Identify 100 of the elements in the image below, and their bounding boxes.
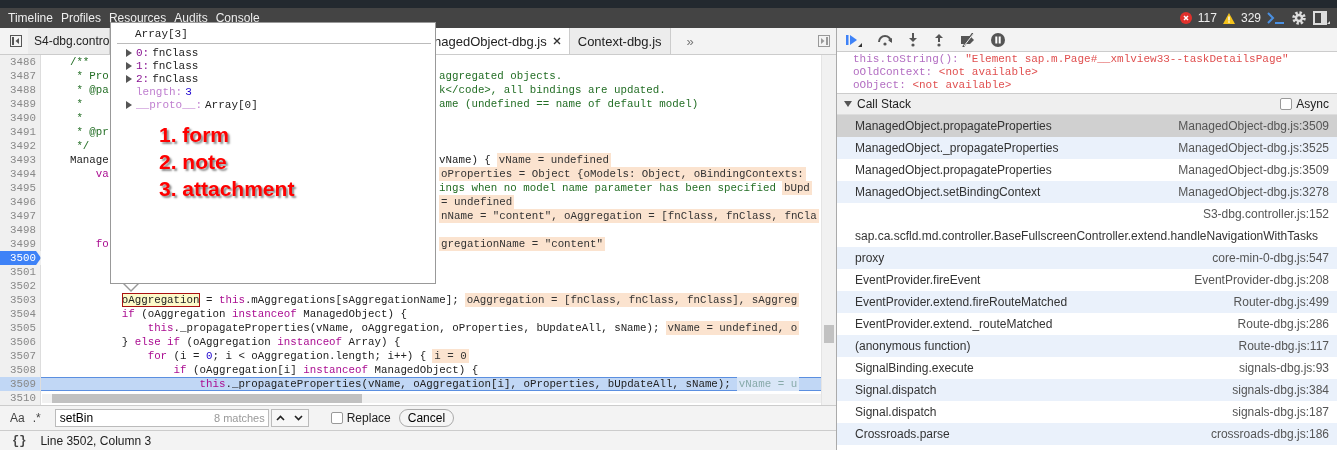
property-name: length: [136, 85, 183, 98]
code-text: } [121, 335, 130, 349]
source-link[interactable]: signals-dbg.js:93 [1228, 357, 1329, 379]
code-text: (i = [172, 349, 201, 363]
breakpoint-marker[interactable]: 3500 [0, 251, 41, 265]
sidebar-toggle-icon[interactable] [10, 35, 22, 47]
number-text: 0 [206, 349, 213, 363]
function-name: Signal.dispatch [855, 382, 937, 399]
file-tab[interactable]: Context-dbg.js [569, 28, 671, 54]
scroll-thumb[interactable] [52, 394, 362, 403]
call-frame[interactable]: ManagedObject.propagateProperties ManagedObject-dbg.js:3509 [837, 159, 1337, 181]
scroll-thumb[interactable] [824, 325, 834, 343]
property-name: 0: [136, 46, 150, 59]
property-value: fnClass [152, 46, 199, 59]
call-frame[interactable]: ManagedObject._propagateProperties ManagedObject-dbg.js:3525 [837, 137, 1337, 159]
panel-tab[interactable]: Profiles [60, 8, 101, 28]
call-frame[interactable]: proxy core-min-0-dbg.js:547 [837, 247, 1337, 269]
collapsed-triangle-icon[interactable] [125, 100, 133, 109]
comment-text: * [76, 97, 83, 111]
function-name: ManagedObject.setBindingContext [855, 184, 1041, 201]
cancel-button[interactable]: Cancel [398, 409, 455, 427]
regex-toggle[interactable]: .* [32, 411, 41, 425]
inline-value: gregationName = "content" [439, 237, 605, 251]
call-frame[interactable]: EventProvider.fireEvent EventProvider-dbg.js:208 [837, 269, 1337, 291]
source-link[interactable]: Route-dbg.js:117 [1228, 335, 1329, 357]
property-value: 3 [185, 85, 192, 98]
scope-variable-name: oOldContext: [853, 66, 933, 78]
async-checkbox[interactable] [1280, 98, 1293, 110]
settings-icon[interactable] [1291, 10, 1307, 26]
replace-label: Replace [346, 411, 391, 425]
sidebar-toggle-icon[interactable] [818, 35, 830, 47]
collapsed-triangle-icon[interactable] [125, 74, 133, 83]
console-icon[interactable] [1267, 12, 1285, 24]
source-link[interactable]: EventProvider-dbg.js:208 [1184, 269, 1329, 291]
function-name: ManagedObject.propagateProperties [855, 162, 1052, 179]
function-name: proxy [855, 250, 885, 267]
source-link[interactable]: ManagedObject-dbg.js:3509 [1168, 115, 1329, 137]
resume-icon[interactable] [845, 32, 863, 47]
function-name: (anonymous function) [855, 338, 971, 355]
scope-variable-value: "Element sap.m.Page#__xmlview33--taskDetailsPage" [964, 53, 1289, 65]
comment-text: aggregated objects. [439, 69, 563, 83]
inline-value: nName = "content", oAggregation = [fnClass, fnClass, fnCla [439, 209, 819, 223]
source-link[interactable]: Route-dbg.js:286 [1227, 313, 1329, 335]
function-name: SignalBinding.execute [855, 360, 974, 377]
hovered-token: oAggregation [121, 293, 200, 307]
collapsed-triangle-icon[interactable] [125, 48, 133, 57]
dock-icon[interactable] [1313, 11, 1331, 25]
call-frame[interactable]: SignalBinding.execute signals-dbg.js:93 [837, 357, 1337, 379]
function-name: EventProvider.fireEvent [855, 272, 981, 289]
step-out-icon[interactable] [933, 32, 945, 47]
call-frame[interactable]: Crossroads.parse crossroads-dbg.js:186 [837, 423, 1337, 445]
call-frame[interactable]: EventProvider.extend.fireRouteMatched Router-dbg.js:499 [837, 291, 1337, 313]
scrollbar[interactable] [821, 55, 836, 405]
scope-variable-name: oObject: [853, 79, 906, 91]
source-link[interactable]: Router-dbg.js:499 [1223, 291, 1329, 313]
replace-checkbox[interactable] [330, 412, 343, 424]
comment-text: * @pr [76, 125, 109, 139]
inline-value: bUpd [781, 181, 812, 195]
source-link[interactable]: ManagedObject-dbg.js:3509 [1168, 159, 1329, 181]
call-frame[interactable]: ManagedObject.propagateProperties ManagedObject-dbg.js:3509 [837, 115, 1337, 137]
panel-tab[interactable]: Timeline [8, 8, 53, 28]
section-header[interactable]: Call Stack Async [837, 93, 1337, 115]
source-link[interactable]: crossroads-dbg.js:186 [1200, 423, 1329, 445]
tab-label: nagedObject-dbg.js [434, 33, 547, 49]
source-link[interactable]: core-min-0-dbg.js:547 [1202, 247, 1329, 269]
match-case-toggle[interactable]: Aa [10, 411, 25, 425]
source-link[interactable]: S3-dbg.controller.js:152 [1192, 203, 1329, 225]
keyword-text: for [147, 349, 168, 363]
source-link[interactable]: ManagedObject-dbg.js:3525 [1168, 137, 1329, 159]
scrollbar[interactable] [42, 394, 821, 403]
step-over-icon[interactable] [877, 33, 893, 46]
popover-title: Array[3] [134, 27, 189, 42]
inline-value: vName = undefined, o [665, 321, 800, 335]
expanded-triangle-icon[interactable] [843, 99, 853, 109]
deactivate-breakpoints-icon[interactable] [959, 32, 977, 47]
previous-match-button[interactable] [271, 410, 290, 426]
close-icon[interactable] [552, 37, 561, 45]
pause-icon[interactable] [991, 32, 1005, 47]
step-into-icon[interactable] [907, 32, 919, 47]
call-frame[interactable]: (anonymous function) Route-dbg.js:117 [837, 335, 1337, 357]
code-text: (oAggregation[i] [192, 363, 298, 377]
annotation-text: 3. attachment [159, 177, 296, 201]
inline-value: i = 0 [432, 349, 469, 363]
source-link[interactable]: signals-dbg.js:384 [1222, 379, 1329, 401]
file-tab[interactable]: S4-dbg.contro [28, 28, 111, 54]
tab-label: Context-dbg.js [577, 33, 662, 49]
more-tabs-button[interactable]: » [670, 28, 710, 54]
call-frame[interactable]: Signal.dispatch signals-dbg.js:384 [837, 379, 1337, 401]
collapsed-triangle-icon[interactable] [125, 61, 133, 70]
keyword-text: else if [134, 335, 181, 349]
code-text: ManagedObject) { [373, 363, 479, 377]
cursor-position: Line 3502, Column 3 [40, 433, 152, 448]
source-link[interactable]: ManagedObject-dbg.js:3278 [1168, 181, 1329, 203]
pretty-print-button[interactable]: {} [12, 433, 27, 448]
code-text: Manage [69, 153, 109, 167]
source-link[interactable]: signals-dbg.js:187 [1222, 401, 1329, 423]
call-frame[interactable]: EventProvider.extend._routeMatched Route-dbg.js:286 [837, 313, 1337, 335]
annotation-text: 1. form [159, 123, 230, 147]
call-frame[interactable]: Signal.dispatch signals-dbg.js:187 [837, 401, 1337, 423]
call-frame[interactable]: ManagedObject.setBindingContext ManagedObject-dbg.js:3278 [837, 181, 1337, 203]
